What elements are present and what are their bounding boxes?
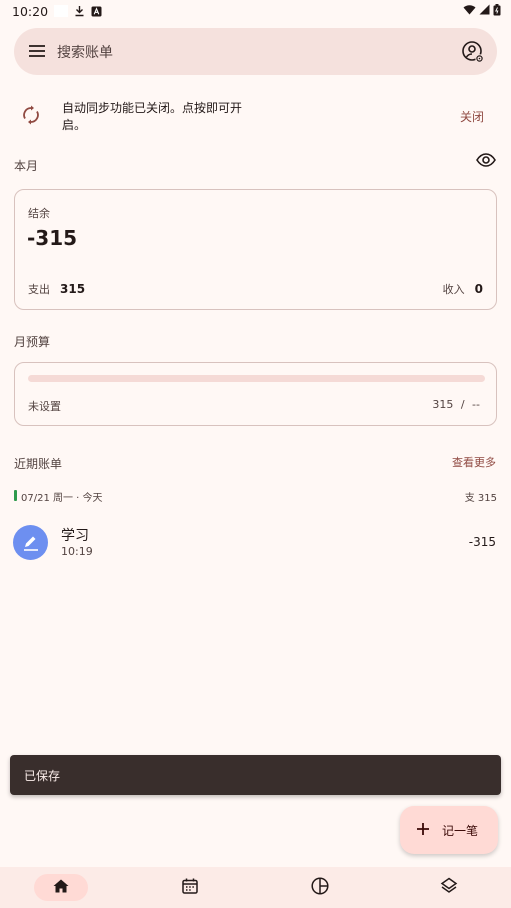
snackbar-text: 已保存 bbox=[24, 768, 61, 783]
status-time: 10:20 bbox=[12, 3, 49, 19]
snackbar: 已保存 bbox=[10, 755, 501, 795]
wifi-icon bbox=[463, 4, 476, 18]
record-title: 学习 bbox=[61, 528, 89, 544]
close-sync-banner-button[interactable]: 关闭 bbox=[460, 108, 484, 125]
nav-item-home[interactable] bbox=[34, 874, 88, 901]
income-label: 收入 bbox=[442, 283, 465, 296]
expense-summary: 支出 315 bbox=[28, 281, 85, 297]
sync-icon bbox=[20, 104, 42, 130]
add-record-label: 记一笔 bbox=[442, 823, 479, 838]
add-record-button[interactable]: 记一笔 bbox=[400, 806, 498, 854]
a-box-icon bbox=[91, 6, 102, 17]
status-right-icons bbox=[463, 3, 501, 19]
status-bar: 10:20 bbox=[0, 0, 511, 22]
nav-item-more[interactable] bbox=[422, 874, 476, 901]
this-month-label: 本月 bbox=[14, 159, 39, 173]
recent-bills-label: 近期账单 bbox=[14, 457, 63, 471]
day-header: 07/21 周一 · 今天 支 315 bbox=[14, 489, 497, 504]
record-time: 10:19 bbox=[61, 545, 93, 558]
battery-icon bbox=[493, 3, 501, 19]
view-more-link[interactable]: 查看更多 bbox=[452, 454, 496, 470]
download-icon bbox=[74, 5, 85, 17]
budget-status: 未设置 bbox=[28, 400, 61, 413]
budget-card[interactable]: 未设置 315 / -- bbox=[14, 362, 497, 426]
nav-item-calendar[interactable] bbox=[163, 874, 217, 901]
day-date: 07/21 周一 · 今天 bbox=[21, 493, 103, 504]
balance-amount: -315 bbox=[27, 226, 78, 250]
day-total: 支 315 bbox=[464, 493, 497, 504]
search-bar[interactable]: 搜索账单 bbox=[14, 28, 497, 75]
signal-icon bbox=[479, 4, 490, 18]
nav-item-stats[interactable] bbox=[293, 874, 347, 901]
notification-placeholder bbox=[54, 5, 69, 17]
layers-icon bbox=[440, 877, 458, 899]
home-icon bbox=[53, 878, 69, 897]
day-marker bbox=[14, 490, 17, 501]
balance-label: 结余 bbox=[28, 207, 50, 220]
income-amount: 0 bbox=[474, 282, 483, 296]
expense-label: 支出 bbox=[28, 283, 50, 296]
budget-ratio: 315 / -- bbox=[432, 398, 480, 411]
account-settings-icon[interactable] bbox=[461, 40, 485, 64]
sync-banner: 自动同步功能已关闭。点按即可开启。 关闭 bbox=[0, 92, 511, 142]
menu-icon[interactable] bbox=[29, 42, 45, 61]
record-amount: -315 bbox=[468, 535, 496, 549]
balance-card[interactable]: 结余 -315 支出 315 收入 0 bbox=[14, 189, 497, 310]
list-item[interactable]: 学习 10:19 -315 bbox=[0, 518, 511, 568]
eye-icon[interactable] bbox=[476, 153, 496, 167]
search-input[interactable]: 搜索账单 bbox=[57, 42, 113, 62]
budget-progress-bar bbox=[28, 375, 485, 382]
sync-message: 自动同步功能已关闭。点按即可开启。 bbox=[62, 101, 243, 132]
plus-icon bbox=[416, 821, 430, 840]
budget-label: 月预算 bbox=[14, 335, 51, 349]
calendar-icon bbox=[182, 878, 198, 898]
chart-icon bbox=[311, 876, 329, 899]
expense-amount: 315 bbox=[60, 282, 86, 296]
income-summary: 收入 0 bbox=[443, 281, 483, 297]
bottom-nav bbox=[0, 867, 511, 908]
edit-icon bbox=[13, 525, 48, 560]
